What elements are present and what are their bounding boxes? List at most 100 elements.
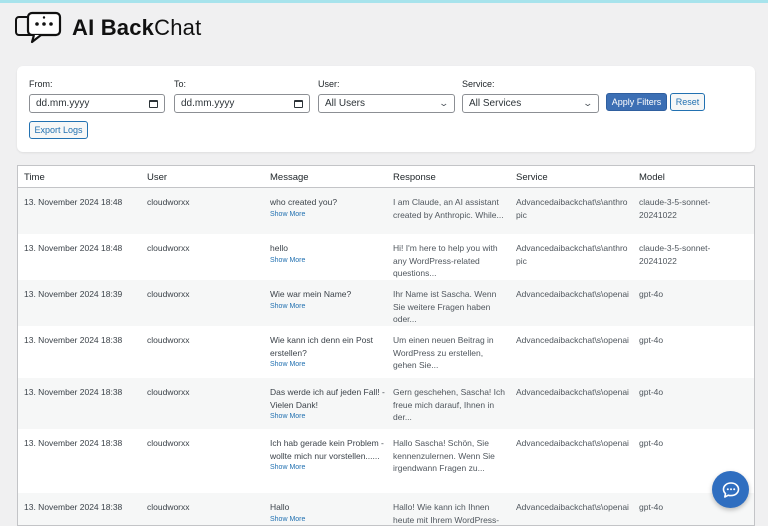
column-header-service[interactable]: Service <box>516 172 548 183</box>
message-text: Wie war mein Name? <box>270 289 352 299</box>
cell-time: 13. November 2024 18:38 <box>24 502 123 512</box>
cell-response: I am Claude, an AI assistant created by … <box>393 197 504 220</box>
service-select-value: All Services <box>469 98 522 109</box>
table-row: 13. November 2024 18:48 cloudworxx hello… <box>18 234 754 280</box>
message-text: Wie kann ich denn ein Post erstellen? <box>270 335 374 358</box>
cell-message: Wie kann ich denn ein Post erstellen? Sho… <box>270 334 385 370</box>
message-text: Das werde ich auf jeden Fall! - Vielen D… <box>270 387 385 410</box>
cell-service: Advancedaibackchat\s\openai <box>516 335 629 345</box>
export-logs-button[interactable]: Export Logs <box>29 121 88 139</box>
column-header-message[interactable]: Message <box>270 172 309 183</box>
cell-service: Advancedaibackchat\s\openai <box>516 387 629 397</box>
user-select-value: All Users <box>325 98 366 109</box>
cell-model: claude-3-5-sonnet-20241022 <box>639 243 711 266</box>
cell-user: cloudworxx <box>147 438 190 448</box>
table-row: 13. November 2024 18:38 cloudworxx Hallo… <box>18 493 754 525</box>
show-more-link[interactable]: Show More <box>270 255 385 266</box>
cell-model: claude-3-5-sonnet-20241022 <box>639 197 711 220</box>
user-select[interactable]: All Users ⌄ <box>318 94 455 113</box>
message-text: Ich hab gerade kein Problem - wollte mic… <box>270 438 384 461</box>
cell-message: hello Show More <box>270 242 385 266</box>
show-more-link[interactable]: Show More <box>270 462 385 473</box>
top-accent-line <box>0 0 768 3</box>
calendar-icon[interactable] <box>149 99 158 108</box>
table-row: 13. November 2024 18:38 cloudworxx Das w… <box>18 378 754 429</box>
cell-user: cloudworxx <box>147 335 190 345</box>
table-row: 13. November 2024 18:38 cloudworxx Ich h… <box>18 429 754 493</box>
table-row: 13. November 2024 18:38 cloudworxx Wie k… <box>18 326 754 378</box>
filter-panel: From: dd.mm.yyyy To: dd.mm.yyyy User: Al… <box>17 66 755 152</box>
to-filter: To: dd.mm.yyyy <box>174 79 310 113</box>
message-text: hello <box>270 243 288 253</box>
reset-button[interactable]: Reset <box>670 93 705 111</box>
to-label: To: <box>174 79 187 89</box>
cell-message: Ich hab gerade kein Problem - wollte mic… <box>270 437 385 473</box>
message-text: who created you? <box>270 197 338 207</box>
cell-message: who created you? Show More <box>270 196 385 220</box>
cell-service: Advancedaibackchat\s\anthropic <box>516 197 628 220</box>
cell-response: Hallo Sascha! Schön, Sie kennenzulernen.… <box>393 438 495 473</box>
user-label: User: <box>318 79 340 89</box>
cell-time: 13. November 2024 18:48 <box>24 197 123 207</box>
message-text: Hallo <box>270 502 290 512</box>
cell-response: Um einen neuen Beitrag in WordPress zu e… <box>393 335 494 370</box>
cell-response: Gern geschehen, Sascha! Ich freue mich d… <box>393 387 505 422</box>
cell-time: 13. November 2024 18:39 <box>24 289 123 299</box>
show-more-link[interactable]: Show More <box>270 411 385 422</box>
cell-user: cloudworxx <box>147 243 190 253</box>
from-label: From: <box>29 79 53 89</box>
cell-message: Wie war mein Name? Show More <box>270 288 385 312</box>
cell-service: Advancedaibackchat\s\anthropic <box>516 243 628 266</box>
cell-service: Advancedaibackchat\s\openai <box>516 438 629 448</box>
apply-filters-button[interactable]: Apply Filters <box>606 93 667 111</box>
column-header-user[interactable]: User <box>147 172 167 183</box>
cell-user: cloudworxx <box>147 197 190 207</box>
cell-user: cloudworxx <box>147 502 190 512</box>
table-header: Time User Message Response Service Model <box>18 166 754 188</box>
show-more-link[interactable]: Show More <box>270 301 385 312</box>
table-row: 13. November 2024 18:48 cloudworxx who c… <box>18 188 754 234</box>
chevron-down-icon: ⌄ <box>438 98 450 108</box>
column-header-model[interactable]: Model <box>639 172 665 183</box>
from-filter: From: dd.mm.yyyy <box>29 79 165 113</box>
cell-time: 13. November 2024 18:48 <box>24 243 123 253</box>
cell-model: gpt-4o <box>639 438 664 448</box>
cell-user: cloudworxx <box>147 289 190 299</box>
user-filter: User: All Users ⌄ <box>318 79 455 113</box>
to-date-input[interactable]: dd.mm.yyyy <box>174 94 310 113</box>
chat-launcher-button[interactable] <box>712 471 749 508</box>
logs-table: Time User Message Response Service Model… <box>17 165 755 526</box>
column-header-response[interactable]: Response <box>393 172 436 183</box>
column-header-time[interactable]: Time <box>24 172 45 183</box>
cell-model: gpt-4o <box>639 335 664 345</box>
cell-service: Advancedaibackchat\s\openai <box>516 289 629 299</box>
cell-user: cloudworxx <box>147 387 190 397</box>
cell-model: gpt-4o <box>639 289 664 299</box>
cell-time: 13. November 2024 18:38 <box>24 387 123 397</box>
service-label: Service: <box>462 79 495 89</box>
cell-response: Hi! I'm here to help you with any WordPr… <box>393 243 498 278</box>
app-header: AI BackChat <box>14 10 201 46</box>
table-row: 13. November 2024 18:39 cloudworxx Wie w… <box>18 280 754 326</box>
show-more-link[interactable]: Show More <box>270 209 385 220</box>
cell-message: Hallo Show More <box>270 501 385 525</box>
service-select[interactable]: All Services ⌄ <box>462 94 599 113</box>
chevron-down-icon: ⌄ <box>582 98 594 108</box>
app-title: AI BackChat <box>72 15 202 40</box>
show-more-link[interactable]: Show More <box>270 514 385 525</box>
chat-bubble-logo-icon <box>15 11 62 44</box>
to-date-value: dd.mm.yyyy <box>181 98 235 109</box>
cell-time: 13. November 2024 18:38 <box>24 438 123 448</box>
cell-time: 13. November 2024 18:38 <box>24 335 123 345</box>
show-more-link[interactable]: Show More <box>270 359 385 370</box>
cell-service: Advancedaibackchat\s\openai <box>516 502 629 512</box>
cell-message: Das werde ich auf jeden Fall! - Vielen D… <box>270 386 385 422</box>
cell-model: gpt-4o <box>639 387 664 397</box>
cell-response: Ihr Name ist Sascha. Wenn Sie weitere Fr… <box>393 289 497 324</box>
service-filter: Service: All Services ⌄ <box>462 79 599 113</box>
from-date-input[interactable]: dd.mm.yyyy <box>29 94 165 113</box>
from-date-value: dd.mm.yyyy <box>36 98 90 109</box>
cell-response: Hallo! Wie kann ich Ihnen heute mit Ihre… <box>393 502 500 525</box>
calendar-icon[interactable] <box>294 99 303 108</box>
chat-icon <box>722 481 739 498</box>
